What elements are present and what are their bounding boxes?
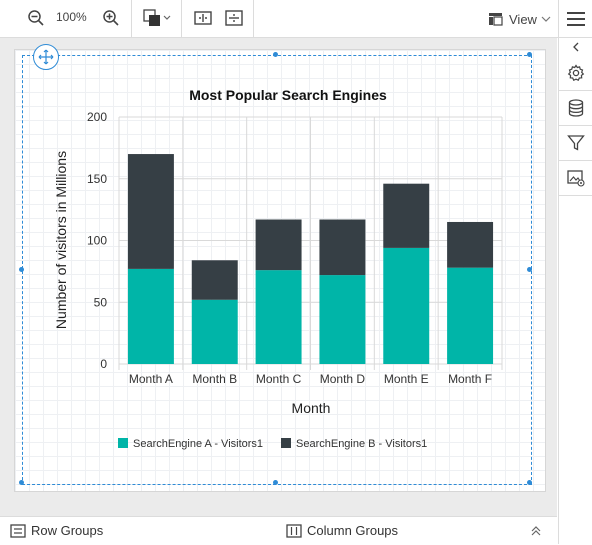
settings-gear-icon[interactable] — [559, 56, 592, 91]
resize-handle-bottom-right[interactable] — [527, 480, 532, 485]
column-groups-button[interactable]: Column Groups — [286, 523, 398, 538]
filter-icon[interactable] — [559, 126, 592, 161]
resize-handle-left[interactable] — [19, 267, 24, 272]
database-icon[interactable] — [559, 91, 592, 126]
hamburger-menu-icon[interactable] — [559, 0, 592, 38]
resize-handle-top[interactable] — [273, 52, 278, 57]
grouping-bar: Row Groups Column Groups — [0, 516, 557, 545]
column-groups-icon — [286, 523, 302, 538]
resize-handle-bottom[interactable] — [273, 480, 278, 485]
collapse-panel-icon[interactable] — [559, 38, 592, 56]
resize-handle-top-right[interactable] — [527, 52, 532, 57]
row-groups-icon — [10, 523, 26, 538]
column-groups-label: Column Groups — [307, 523, 399, 538]
image-settings-icon[interactable] — [559, 161, 592, 196]
row-groups-button[interactable]: Row Groups — [10, 523, 103, 538]
resize-handle-bottom-left[interactable] — [19, 480, 24, 485]
properties-panel — [558, 0, 592, 544]
selection-border — [22, 55, 532, 485]
expand-panel-icon[interactable] — [530, 525, 542, 537]
move-icon[interactable] — [33, 44, 59, 70]
row-groups-label: Row Groups — [31, 523, 104, 538]
resize-handle-right[interactable] — [527, 267, 532, 272]
